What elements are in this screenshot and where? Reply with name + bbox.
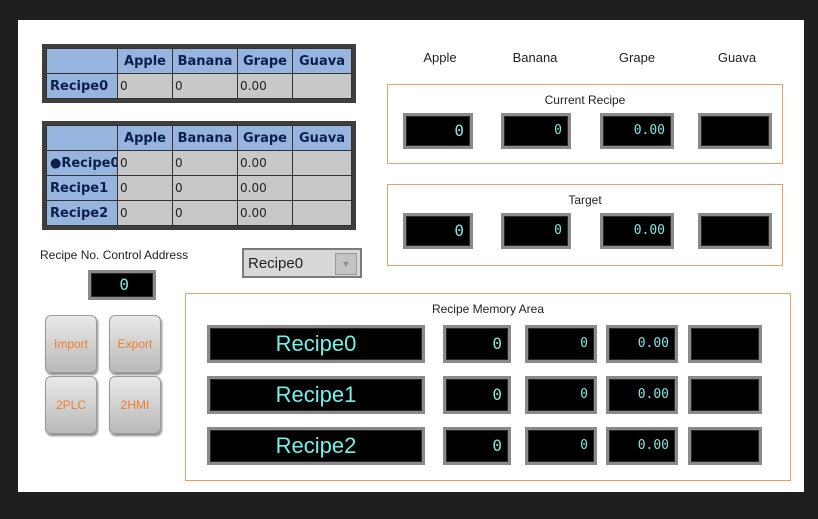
recipe-table-single[interactable]: Apple Banana Grape Guava Recipe0 0 0 0.0… xyxy=(42,44,356,103)
to-hmi-button[interactable]: 2HMI xyxy=(109,376,161,434)
column-header: Apple xyxy=(117,125,173,151)
table-row[interactable]: Recipe0 0 0 0.00 xyxy=(46,73,352,99)
control-address-label: Recipe No. Control Address xyxy=(40,248,189,262)
table-corner xyxy=(46,48,118,74)
recipe-table-multi[interactable]: Apple Banana Grape Guava ●Recipe0 0 0 0.… xyxy=(42,121,356,230)
header-banana: Banana xyxy=(512,50,558,65)
header-guava: Guava xyxy=(717,50,757,65)
cell-grape[interactable]: 0.00 xyxy=(237,150,293,176)
cell-grape[interactable]: 0.00 xyxy=(237,73,293,99)
cell-apple[interactable]: 0 xyxy=(117,175,173,201)
export-button[interactable]: Export xyxy=(109,315,161,373)
memory-guava[interactable] xyxy=(688,325,762,363)
column-header: Banana xyxy=(172,48,238,74)
control-address-input[interactable]: 0 xyxy=(88,270,156,300)
target-guava-input[interactable] xyxy=(698,213,772,249)
table-row[interactable]: ●Recipe0 0 0 0.00 xyxy=(46,150,352,176)
cell-guava[interactable] xyxy=(292,200,352,226)
memory-apple[interactable]: 0 xyxy=(443,427,511,465)
recipe-memory-group: Recipe Memory Area Recipe0 0 0 0.00 Reci… xyxy=(185,293,791,481)
column-header: Grape xyxy=(237,125,293,151)
memory-recipe-name[interactable]: Recipe0 xyxy=(207,325,425,363)
recipe-select-value: Recipe0 xyxy=(248,255,304,272)
memory-recipe-name[interactable]: Recipe2 xyxy=(207,427,425,465)
current-banana-display: 0 xyxy=(501,113,571,149)
row-header: Recipe0 xyxy=(46,73,118,99)
memory-grape[interactable]: 0.00 xyxy=(606,427,678,465)
current-guava-display xyxy=(698,113,772,149)
cell-apple[interactable]: 0 xyxy=(117,200,173,226)
column-header: Grape xyxy=(237,48,293,74)
hmi-screen: Apple Banana Grape Guava Recipe0 0 0 0.0… xyxy=(18,20,804,492)
cell-banana[interactable]: 0 xyxy=(172,175,238,201)
cell-guava[interactable] xyxy=(292,175,352,201)
recipe-memory-title: Recipe Memory Area xyxy=(431,302,545,316)
memory-recipe-name[interactable]: Recipe1 xyxy=(207,376,425,414)
cell-apple[interactable]: 0 xyxy=(117,150,173,176)
cell-banana[interactable]: 0 xyxy=(172,73,238,99)
current-apple-display: 0 xyxy=(403,113,473,149)
memory-grape[interactable]: 0.00 xyxy=(606,325,678,363)
cell-apple[interactable]: 0 xyxy=(117,73,173,99)
cell-grape[interactable]: 0.00 xyxy=(237,175,293,201)
cell-grape[interactable]: 0.00 xyxy=(237,200,293,226)
current-recipe-group: Current Recipe 0 0 0.00 xyxy=(387,84,783,164)
current-recipe-title: Current Recipe xyxy=(544,93,626,107)
row-header: Recipe1 xyxy=(46,175,118,201)
recipe-select[interactable]: Recipe0 ▼ xyxy=(242,248,362,278)
memory-guava[interactable] xyxy=(688,427,762,465)
memory-apple[interactable]: 0 xyxy=(443,376,511,414)
memory-banana[interactable]: 0 xyxy=(525,325,597,363)
cell-guava[interactable] xyxy=(292,73,352,99)
header-grape: Grape xyxy=(618,50,656,65)
column-header: Apple xyxy=(117,48,173,74)
column-header: Guava xyxy=(292,48,352,74)
cell-guava[interactable] xyxy=(292,150,352,176)
column-header: Guava xyxy=(292,125,352,151)
chevron-down-icon[interactable]: ▼ xyxy=(335,253,357,275)
cell-banana[interactable]: 0 xyxy=(172,200,238,226)
to-plc-button[interactable]: 2PLC xyxy=(45,376,97,434)
table-corner xyxy=(46,125,118,151)
target-apple-input[interactable]: 0 xyxy=(403,213,473,249)
row-header: ●Recipe0 xyxy=(46,150,118,176)
memory-grape[interactable]: 0.00 xyxy=(606,376,678,414)
memory-banana[interactable]: 0 xyxy=(525,427,597,465)
memory-apple[interactable]: 0 xyxy=(443,325,511,363)
target-title: Target xyxy=(568,193,602,207)
import-button[interactable]: Import xyxy=(45,315,97,373)
cell-banana[interactable]: 0 xyxy=(172,150,238,176)
header-apple: Apple xyxy=(423,50,457,65)
row-header: Recipe2 xyxy=(46,200,118,226)
table-row[interactable]: Recipe1 0 0 0.00 xyxy=(46,175,352,201)
current-grape-display: 0.00 xyxy=(600,113,674,149)
memory-banana[interactable]: 0 xyxy=(525,376,597,414)
memory-guava[interactable] xyxy=(688,376,762,414)
table-row[interactable]: Recipe2 0 0 0.00 xyxy=(46,200,352,226)
target-grape-input[interactable]: 0.00 xyxy=(600,213,674,249)
target-group: Target 0 0 0.00 xyxy=(387,184,783,266)
column-header: Banana xyxy=(172,125,238,151)
target-banana-input[interactable]: 0 xyxy=(501,213,571,249)
